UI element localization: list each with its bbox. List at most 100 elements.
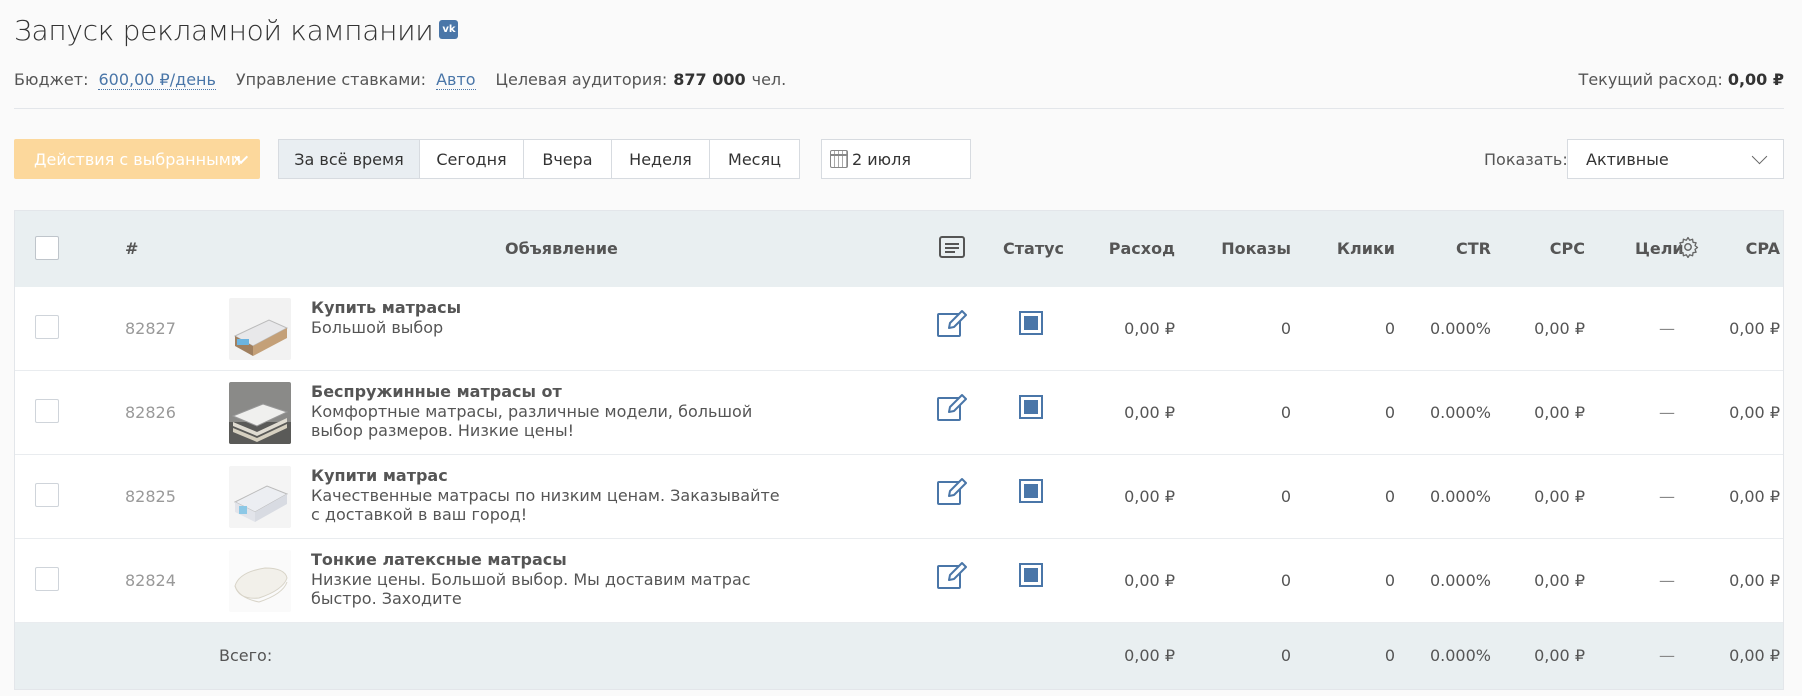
cpc-cell: 0,00 ₽ [1534,571,1585,590]
period-yesterday[interactable]: Вчера [524,139,612,179]
period-all-time[interactable]: За всё время [278,139,420,179]
spend-cell: 0,00 ₽ [1124,487,1175,506]
cpc-cell: 0,00 ₽ [1534,403,1585,422]
clicks-cell: 0 [1384,571,1395,590]
clicks-cell: 0 [1384,487,1395,506]
ad-text: Низкие цены. Большой выбор. Мы доставим … [311,570,751,608]
cpa-cell: 0,00 ₽ [1729,403,1780,422]
status-active-icon[interactable] [1019,311,1043,335]
spend-label: Текущий расход: [1578,70,1723,89]
budget-label: Бюджет: [14,70,89,89]
edit-icon[interactable] [937,393,967,421]
audience-label: Целевая аудитория: [495,70,668,89]
table-row: 82827 Купить матрасы Большой выбор 0,00 … [15,287,1783,371]
spend-cell: 0,00 ₽ [1124,319,1175,338]
bulk-actions-button[interactable]: Действия с выбранными [14,139,260,179]
ctr-cell: 0.000% [1429,571,1491,590]
row-checkbox[interactable] [35,315,59,339]
total-cpa: 0,00 ₽ [1729,646,1780,665]
cpc-cell: 0,00 ₽ [1534,487,1585,506]
ad-thumbnail [229,466,291,528]
period-today[interactable]: Сегодня [420,139,524,179]
column-id: # [125,239,139,258]
ad-title[interactable]: Тонкие латексные матрасы [311,550,567,569]
clicks-cell: 0 [1384,403,1395,422]
total-ctr: 0.000% [1429,646,1491,665]
impressions-cell: 0 [1280,319,1291,338]
ad-thumbnail [229,382,291,444]
clicks-cell: 0 [1384,319,1395,338]
column-impressions: Показы [1221,239,1291,258]
period-switcher: За всё время Сегодня Вчера Неделя Месяц [278,139,800,179]
column-cpc: CPC [1549,239,1585,258]
budget-link[interactable]: 600,00 ₽/день [98,70,216,90]
chevron-down-icon [1751,148,1768,165]
cpa-cell: 0,00 ₽ [1729,571,1780,590]
status-active-icon[interactable] [1019,563,1043,587]
column-clicks: Клики [1336,239,1395,258]
edit-icon[interactable] [937,561,967,589]
column-spend: Расход [1108,239,1175,258]
header-divider [14,108,1784,109]
row-checkbox[interactable] [35,399,59,423]
total-impressions: 0 [1280,646,1291,665]
bulk-actions-label: Действия с выбранными [34,149,242,169]
cpa-cell: 0,00 ₽ [1729,487,1780,506]
ads-table: # Объявление Статус Расход Показы Клики … [14,210,1784,690]
ad-text: Качественные матрасы по низким ценам. За… [311,486,780,524]
ad-text: Комфортные матрасы, различные модели, бо… [311,402,753,440]
date-picker[interactable]: 2 июля [821,139,971,179]
ad-preview-icon[interactable] [939,236,965,262]
current-spend: Текущий расход: 0,00 ₽ [1579,70,1784,89]
table-total-row: Всего: 0,00 ₽ 0 0 0.000% 0,00 ₽ — 0,00 ₽ [15,623,1783,689]
ad-title[interactable]: Купити матрас [311,466,448,485]
column-status: Статус [1003,239,1064,258]
campaign-meta: Бюджет: 600,00 ₽/день Управление ставкам… [14,70,1784,90]
spend-cell: 0,00 ₽ [1124,571,1175,590]
show-filter-value: Активные [1586,149,1669,169]
period-month[interactable]: Месяц [710,139,800,179]
table-row: 82824 Тонкие латексные матрасы Низкие це… [15,539,1783,623]
spend-cell: 0,00 ₽ [1124,403,1175,422]
page-title: Запуск рекламной кампании [14,14,434,47]
row-checkbox[interactable] [35,567,59,591]
table-row: 82826 Беспружинные матрасы от Комфортные… [15,371,1783,455]
column-ad: Объявление [505,239,618,258]
goals-cell: — [1659,403,1675,422]
ctr-cell: 0.000% [1429,403,1491,422]
total-spend: 0,00 ₽ [1124,646,1175,665]
period-week[interactable]: Неделя [612,139,710,179]
calendar-icon [830,150,848,168]
audience-unit: чел. [751,70,787,89]
show-filter-label: Показать: [1484,150,1568,169]
cpa-cell: 0,00 ₽ [1729,319,1780,338]
table-row: 82825 Купити матрас Качественные матрасы… [15,455,1783,539]
total-cpc: 0,00 ₽ [1534,646,1585,665]
ad-thumbnail [229,298,291,360]
edit-icon[interactable] [937,309,967,337]
ad-id: 82827 [125,319,176,338]
ctr-cell: 0.000% [1429,319,1491,338]
ad-thumbnail [229,550,291,612]
status-active-icon[interactable] [1019,479,1043,503]
column-ctr: CTR [1456,239,1491,258]
impressions-cell: 0 [1280,487,1291,506]
ad-title[interactable]: Купить матрасы [311,298,461,317]
goals-cell: — [1659,571,1675,590]
goals-cell: — [1659,487,1675,506]
select-all-checkbox[interactable] [35,236,59,260]
total-clicks: 0 [1384,646,1395,665]
bids-link[interactable]: Авто [436,70,476,90]
ctr-cell: 0.000% [1429,487,1491,506]
spend-value: 0,00 ₽ [1727,70,1784,89]
status-active-icon[interactable] [1019,395,1043,419]
total-label: Всего: [219,646,273,665]
edit-icon[interactable] [937,477,967,505]
audience-value: 877 000 [673,70,746,89]
row-checkbox[interactable] [35,483,59,507]
date-value: 2 июля [852,149,911,169]
ad-id: 82824 [125,571,176,590]
ad-title[interactable]: Беспружинные матрасы от [311,382,562,401]
impressions-cell: 0 [1280,403,1291,422]
show-filter-select[interactable]: Активные [1567,139,1784,179]
